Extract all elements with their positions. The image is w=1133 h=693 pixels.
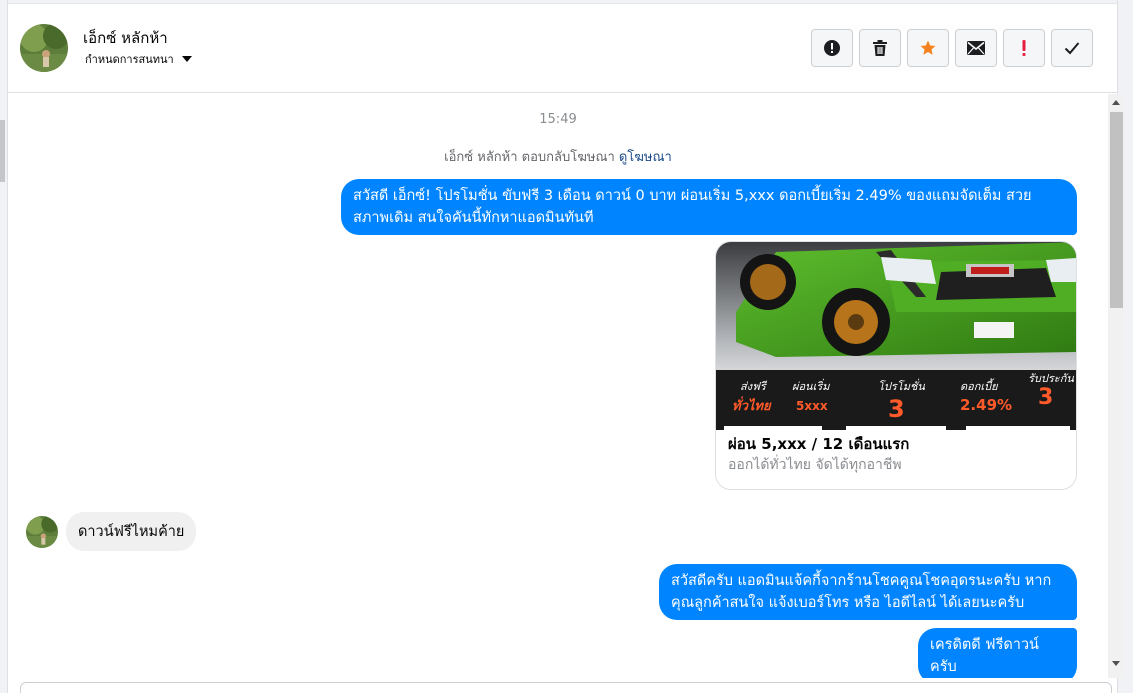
contact-avatar-small[interactable] bbox=[26, 515, 58, 548]
promo-value-5: 3 bbox=[1038, 385, 1053, 410]
conversation-schedule-dropdown[interactable]: กำหนดการสนทนา bbox=[85, 50, 192, 68]
scroll-up-arrow-icon[interactable] bbox=[1112, 100, 1120, 105]
promo-label-4: ดอกเบี้ย bbox=[960, 378, 999, 393]
outgoing-message: สวัสดีครับ แอดมินแจ้คกี้จากร้านโชคคูณโชค… bbox=[659, 564, 1077, 620]
ad-card[interactable]: ส่งฟรี ทั่วไทย ผ่อนเริ่ม 5xxx โปรโมชั่น … bbox=[715, 241, 1077, 490]
ad-card-description: ออกได้ทั่วไทย จัดได้ทุกอาชีพ bbox=[728, 457, 902, 473]
thread-scrollbar[interactable] bbox=[1108, 94, 1125, 678]
left-scroll-nub[interactable] bbox=[0, 120, 5, 182]
trash-icon bbox=[873, 40, 887, 56]
alert-circle-icon bbox=[824, 40, 840, 56]
mark-done-button[interactable] bbox=[1051, 29, 1093, 67]
delete-button[interactable] bbox=[859, 29, 901, 67]
contact-name: เอ็กซ์ หลักห้า bbox=[83, 29, 168, 47]
avatar-photo-icon bbox=[26, 515, 58, 548]
exclamation-icon bbox=[1022, 40, 1026, 56]
promo-value-1: ทั่วไทย bbox=[732, 396, 772, 414]
promo-value-4: 2.49% bbox=[960, 396, 1012, 414]
promo-label-2: ผ่อนเริ่ม bbox=[792, 378, 830, 393]
ad-card-title: ผ่อน 5,xxx / 12 เดือนแรก bbox=[728, 435, 910, 453]
check-icon bbox=[1064, 42, 1080, 55]
promo-value-3: 3 bbox=[888, 395, 905, 423]
star-button[interactable] bbox=[907, 29, 949, 67]
envelope-icon bbox=[967, 41, 985, 55]
outgoing-message: สวัสดี เอ็กซ์! โปรโมชั่น ขับฟรี 3 เดือน … bbox=[341, 179, 1077, 235]
ad-reply-text: เอ็กซ์ หลักห้า ตอบกลับโฆษณา bbox=[444, 150, 615, 165]
message-thread: 15:49 เอ็กซ์ หลักห้า ตอบกลับโฆษณา ดูโฆษณา… bbox=[8, 94, 1108, 678]
header-actions bbox=[811, 29, 1093, 67]
conversation-header: เอ็กซ์ หลักห้า กำหนดการสนทนา bbox=[8, 4, 1117, 93]
caret-down-icon bbox=[181, 56, 192, 62]
view-ad-link[interactable]: ดูโฆษณา bbox=[619, 150, 672, 165]
avatar-photo-icon bbox=[20, 24, 68, 72]
ad-reply-notice: เอ็กซ์ หลักห้า ตอบกลับโฆษณา ดูโฆษณา bbox=[8, 146, 1108, 167]
incoming-message: ดาวน์ฟรีไหมค้าย bbox=[66, 512, 197, 551]
scroll-down-arrow-icon[interactable] bbox=[1112, 661, 1120, 666]
schedule-label: กำหนดการสนทนา bbox=[85, 53, 174, 66]
scroll-thumb[interactable] bbox=[1110, 112, 1123, 308]
promo-value-2: 5xxx bbox=[796, 399, 828, 413]
incoming-message-row: ดาวน์ฟรีไหมค้าย bbox=[26, 512, 197, 551]
promo-label-1: ส่งฟรี bbox=[740, 380, 768, 393]
timestamp: 15:49 bbox=[539, 112, 577, 127]
promo-label-5: รับประกัน bbox=[1028, 372, 1074, 385]
message-composer[interactable] bbox=[20, 682, 1112, 693]
left-panel-edge bbox=[0, 0, 8, 693]
follow-up-button[interactable] bbox=[1003, 29, 1045, 67]
mark-unread-button[interactable] bbox=[955, 29, 997, 67]
messenger-window: เอ็กซ์ หลักห้า กำหนดการสนทนา 15:49 เอ็กซ… bbox=[0, 0, 1133, 693]
promo-label-3: โปรโมชั่น bbox=[878, 378, 925, 393]
ad-image: ส่งฟรี ทั่วไทย ผ่อนเริ่ม 5xxx โปรโมชั่น … bbox=[716, 242, 1076, 430]
outgoing-message: เครดิตดี ฟรีดาวน์ครับ bbox=[918, 628, 1077, 678]
contact-avatar[interactable] bbox=[20, 24, 68, 72]
star-icon bbox=[920, 40, 936, 55]
mark-spam-button[interactable] bbox=[811, 29, 853, 67]
